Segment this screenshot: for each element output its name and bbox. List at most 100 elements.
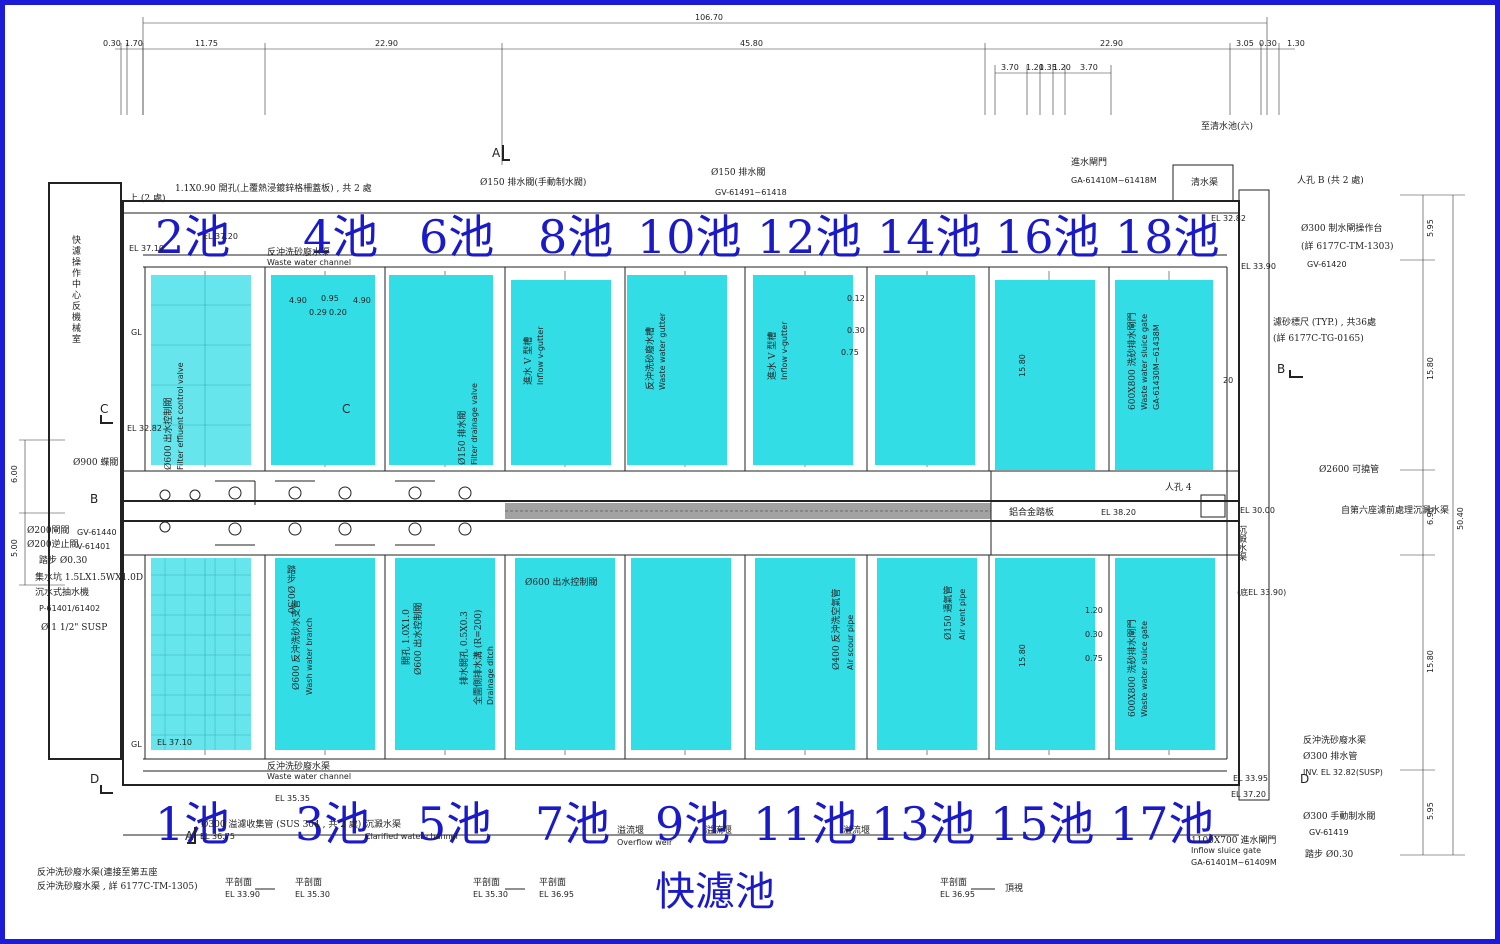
top-view: 頂視 <box>1005 882 1023 894</box>
section-el-4: EL 36.95 <box>539 890 574 899</box>
from-sixth-plant: 自第六座濾前處理沉澱水渠 <box>1341 504 1449 516</box>
check-valve-200: Ø200逆止閥 <box>27 538 79 550</box>
wash-pipe-label: Ø600 反沖洗砂水支管 <box>290 600 302 690</box>
manual-valve-300-no: GV-61419 <box>1309 828 1349 837</box>
inner-dim-13: 20 <box>1223 376 1233 385</box>
el-tag-5: EL 37.10 <box>157 738 192 747</box>
gate-valve-200-no: GV-61440 <box>77 528 117 537</box>
pool-label-11: 11池 <box>753 797 858 851</box>
section-el-3: EL 35.30 <box>473 890 508 899</box>
dim-row-4: 45.80 <box>740 39 763 48</box>
drain-valve-150: Ø150 排水閥 <box>711 166 765 178</box>
step-label-right: 踏步 Ø0.30 <box>1305 848 1354 860</box>
filter-bed-10 <box>627 275 727 465</box>
inflow-gate-top-no: GA-61410M~61418M <box>1071 176 1157 185</box>
dim-right-0: 5.95 <box>1426 219 1435 237</box>
dimension-lines-top: 106.70 0.30 1.70 11.75 22.90 45.80 22.90… <box>103 13 1305 165</box>
section-d-left: D <box>90 772 99 786</box>
clarified-channel-en: Clarified water channel <box>365 832 458 841</box>
pump-no: P-61401/61402 <box>39 604 100 613</box>
pool-label-13: 13池 <box>871 797 976 851</box>
gl-bottom: GL <box>131 740 142 749</box>
pool-label-10: 10池 <box>637 210 742 264</box>
filter-bed-14 <box>875 275 975 465</box>
dim-row-2: 11.75 <box>195 39 218 48</box>
settled-channel: 沉澱水渠 <box>1236 525 1247 562</box>
dimension-lines-right: 5.95 15.80 6.90 50.40 15.80 5.95 <box>1400 194 1465 856</box>
section-el-5: EL 36.95 <box>940 890 975 899</box>
section-el-1: EL 33.90 <box>225 890 260 899</box>
dim-right-5: 5.95 <box>1426 802 1435 820</box>
backwash-bottom-2: 反沖洗砂廢水渠 , 詳 6177C-TM-1305) <box>37 880 198 892</box>
waste-channel-bottom: 反沖洗砂廢水渠 <box>267 760 330 772</box>
section-plane-2: 平剖面 <box>295 876 322 888</box>
pool-label-8: 8池 <box>538 210 613 264</box>
filter-bed-13 <box>877 558 977 750</box>
butterfly-900: Ø900 蝶閥 <box>73 456 118 468</box>
inner-dim-2: 4.90 <box>353 296 371 305</box>
section-a-bottom: A <box>185 829 194 843</box>
pool-label-7: 7池 <box>535 797 610 851</box>
waste-channel-top-en: Waste water channel <box>267 258 351 267</box>
outlet-ctrl-label: Ø600 出水控制閥 <box>412 603 424 675</box>
inner-dim-9: 1.20 <box>1085 606 1103 615</box>
check-valve-200-no: V-61401 <box>77 542 110 551</box>
pool-label-6: 6池 <box>419 210 494 264</box>
overflow-weir-1: 溢流堰 <box>617 824 644 836</box>
pool-label-18: 18池 <box>1115 210 1220 264</box>
el-tag-1: EL 37.10 <box>129 244 164 253</box>
effluent-valve-en: Filter effluent control valve <box>176 362 185 470</box>
inner-dim-4: 0.20 <box>329 308 347 317</box>
waste-sluice-bottom: 600X800 洗砂排水閘門 <box>1126 619 1138 717</box>
dim-sub-0: 3.70 <box>1001 63 1019 72</box>
step-label-left: 踏步 Ø0.30 <box>39 554 88 566</box>
aluminum-walkway: 鋁合金踏板 <box>1009 506 1054 518</box>
inner-dim-3: 0.29 <box>309 308 327 317</box>
overflow-weir-1-en: Overflow weir <box>617 838 673 847</box>
el-tag-6: EL 35.35 <box>275 794 310 803</box>
inner-dim-10: 0.30 <box>1085 630 1103 639</box>
filter-bed-1 <box>151 558 251 750</box>
drain-valve-150-no: GV-61491~61418 <box>715 188 787 197</box>
air-vent-en: Air vent pipe <box>958 589 967 640</box>
filter-ruler-ref: (詳 6177C-TG-0165) <box>1273 332 1364 344</box>
el-tag-4: EL 33.90 <box>1241 262 1276 271</box>
inner-dim-5: 0.12 <box>847 294 865 303</box>
el-tag-3: EL 32.82 <box>1211 214 1246 223</box>
dim-right-4: 15.80 <box>1426 650 1435 673</box>
manhole-b: 人孔 B (共 2 處) <box>1297 174 1364 186</box>
filter-bed-9 <box>631 558 731 750</box>
filter-drain-en: Filter drainage valve <box>470 383 479 465</box>
section-c-left: C <box>100 402 108 416</box>
filter-plan-drawing: 106.70 0.30 1.70 11.75 22.90 45.80 22.90… <box>10 13 1465 915</box>
drain-ditch-en: Drainage ditch <box>486 646 495 705</box>
waste-channel-top: 反沖洗砂廢水渠 <box>267 246 330 258</box>
pool-label-14: 14池 <box>877 210 982 264</box>
filter-drain-label: Ø150 排水閥 <box>456 411 468 465</box>
waste-gutter-label: 反沖洗砂廢水槽 <box>644 327 656 390</box>
pool-label-5: 5池 <box>417 797 492 851</box>
section-a-top: A <box>492 146 501 160</box>
pool-label-16: 16池 <box>995 210 1100 264</box>
inner-dim-11: 0.75 <box>1085 654 1103 663</box>
dim-left-1: 5.00 <box>10 539 19 557</box>
section-el-2: EL 35.30 <box>295 890 330 899</box>
section-plane-4: 平剖面 <box>539 876 566 888</box>
inflow-gate-bottom-no: GA-61401M~61409M <box>1191 858 1277 867</box>
el-tag-9: EL 37.20 <box>1231 790 1266 799</box>
pump-label: 沉水式抽水機 <box>35 586 89 598</box>
section-b-left: B <box>90 492 98 506</box>
dim-right-1: 15.80 <box>1426 357 1435 380</box>
inner-dim-0: 4.90 <box>289 296 307 305</box>
v-gutter-label-2: 進水 V 型槽 <box>766 332 778 380</box>
inner-dim-1: 0.95 <box>321 294 339 303</box>
drawing-title: 快濾池 <box>655 869 775 915</box>
dim-row-1: 1.70 <box>125 39 143 48</box>
valve-300-no: GV-61420 <box>1307 260 1347 269</box>
opening-label: 開孔 1.0X1.0 <box>401 609 412 665</box>
clear-well-label: 清水渠 <box>1191 176 1218 188</box>
inner-dim-12: 15.80 <box>1018 644 1027 667</box>
filter-bed-16 <box>995 280 1095 470</box>
dim-sub-3: 1.20 <box>1053 63 1071 72</box>
el-tag-8: EL 33.95 <box>1233 774 1268 783</box>
